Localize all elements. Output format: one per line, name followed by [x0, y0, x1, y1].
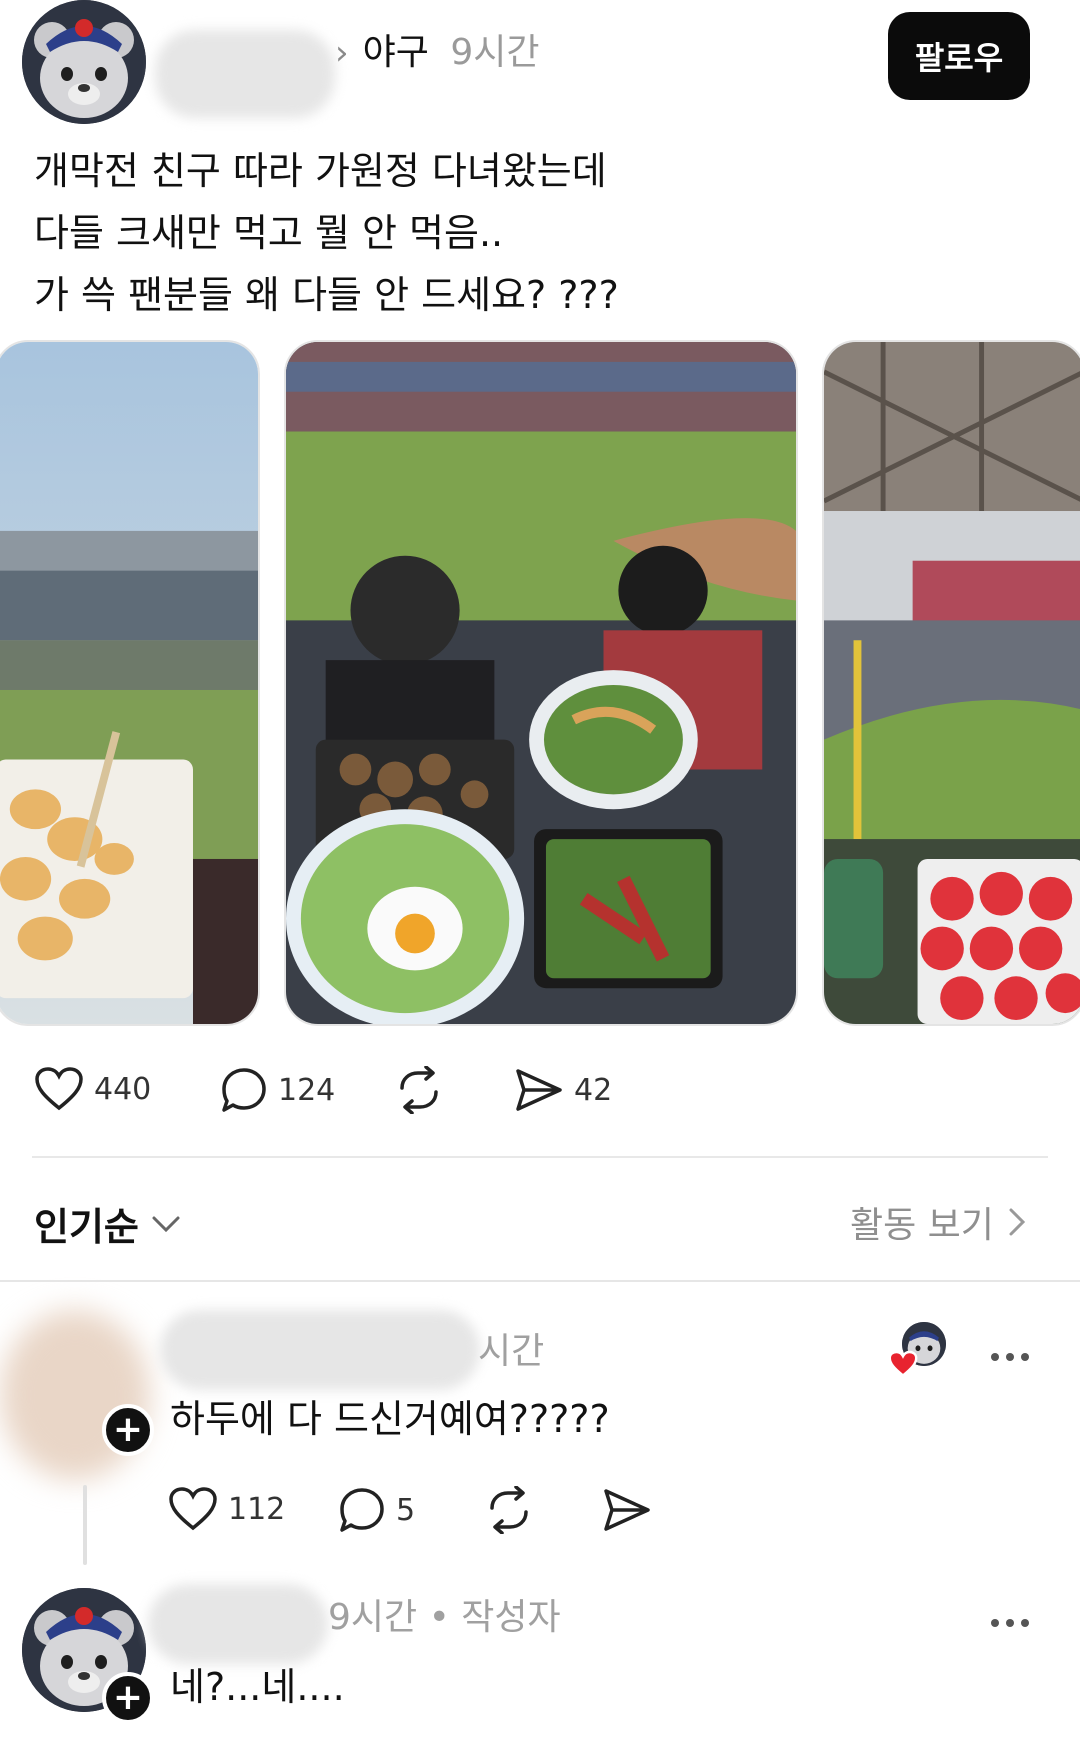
- comment-like-button[interactable]: 112: [168, 1486, 285, 1532]
- heart-icon: [888, 1350, 918, 1377]
- comment-bubble-icon: [340, 1488, 384, 1532]
- follow-button[interactable]: 팔로우: [888, 12, 1030, 100]
- comment-text: 하두에 다 드신거예여?????: [170, 1397, 610, 1441]
- author-name-redacted[interactable]: [155, 30, 335, 118]
- comment-like-count: 112: [228, 1491, 286, 1527]
- comment-time: 시간: [478, 1331, 545, 1372]
- sort-label: 인기순: [34, 1205, 139, 1249]
- plus-icon: +: [112, 1409, 144, 1450]
- follow-author-button[interactable]: +: [102, 1672, 154, 1724]
- like-button[interactable]: 440: [34, 1066, 151, 1112]
- share-count: 42: [574, 1072, 613, 1108]
- stadium-food-photo-image: [286, 342, 796, 1024]
- comment-reply-button[interactable]: 5: [338, 1486, 415, 1534]
- chevron-right-icon: ›: [335, 33, 349, 73]
- share-button[interactable]: 42: [514, 1066, 612, 1114]
- comment-button[interactable]: 124: [220, 1066, 335, 1114]
- thread-line: [83, 1485, 87, 1565]
- comment-bubble-icon: [222, 1068, 266, 1112]
- heart-icon: [169, 1487, 217, 1531]
- stadium-strawberry-photo-image: [824, 342, 1080, 1024]
- comment-share-button[interactable]: [602, 1486, 652, 1534]
- comment-time: 9시간 • 작성자: [328, 1597, 561, 1638]
- plus-icon: +: [112, 1677, 144, 1718]
- post-photo-2[interactable]: [284, 340, 798, 1026]
- like-count: 440: [94, 1071, 152, 1107]
- comment-count: 124: [278, 1072, 336, 1108]
- chevron-right-icon: [1009, 1208, 1026, 1236]
- divider: [0, 1280, 1080, 1282]
- post-time: 9시간: [450, 32, 540, 73]
- comment-reply-count: 5: [396, 1492, 416, 1528]
- post-line: 가 쓱 팬분들 왜 다들 안 드세요? ???: [34, 273, 619, 317]
- author-avatar[interactable]: [22, 0, 146, 124]
- topic-link[interactable]: 야구: [363, 32, 429, 73]
- heart-icon: [35, 1067, 83, 1111]
- more-options-button[interactable]: [990, 1596, 1030, 1637]
- post-photo-3[interactable]: [822, 340, 1080, 1026]
- post-text: 개막전 친구 따라 가원정 다녀왔는데 다들 크새만 먹고 뭘 안 먹음.. 가…: [34, 140, 1034, 326]
- chevron-down-icon: [152, 1216, 180, 1232]
- commenter-name-redacted[interactable]: [160, 1310, 480, 1390]
- follow-commenter-button[interactable]: +: [102, 1404, 154, 1456]
- author-name-redacted[interactable]: [148, 1584, 328, 1664]
- stadium-photo-image: [0, 342, 258, 1024]
- more-dots-icon: [991, 1353, 1029, 1361]
- repost-icon: [490, 1486, 528, 1534]
- repost-button[interactable]: [394, 1066, 444, 1114]
- comment-repost-button[interactable]: [484, 1486, 534, 1534]
- post-line: 개막전 친구 따라 가원정 다녀왔는데: [34, 149, 607, 193]
- divider: [32, 1156, 1048, 1158]
- bear-mascot-icon: [22, 0, 146, 124]
- repost-icon: [400, 1066, 438, 1114]
- activity-label: 활동 보기: [850, 1205, 994, 1246]
- sort-dropdown[interactable]: 인기순: [34, 1196, 181, 1251]
- send-icon: [604, 1489, 650, 1531]
- more-dots-icon: [991, 1619, 1029, 1627]
- post-meta: › 야구 9시간: [335, 28, 539, 78]
- post-line: 다들 크새만 먹고 뭘 안 먹음..: [34, 211, 504, 255]
- send-icon: [516, 1069, 562, 1111]
- view-activity-link[interactable]: 활동 보기: [850, 1196, 1026, 1248]
- post-photo-1[interactable]: [0, 340, 260, 1026]
- more-options-button[interactable]: [990, 1330, 1030, 1371]
- comment-text: 네?...네....: [170, 1665, 345, 1709]
